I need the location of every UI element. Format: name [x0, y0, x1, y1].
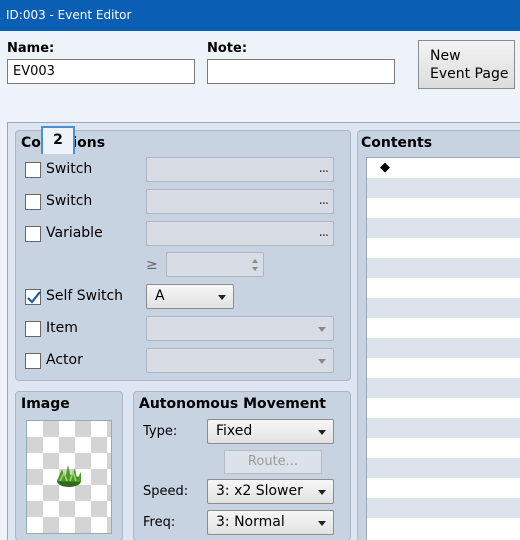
list-row [367, 198, 520, 218]
item-select[interactable] [146, 316, 334, 341]
list-row [367, 338, 520, 358]
chevron-down-icon [218, 295, 226, 300]
switch2-label: Switch [46, 193, 93, 209]
list-row [367, 418, 520, 438]
variable-checkbox[interactable] [25, 226, 41, 242]
command-diamond-icon: ◆ [380, 160, 390, 175]
self-switch-value: A [155, 288, 165, 304]
grass-sprite-icon [57, 465, 81, 487]
chevron-down-icon [318, 327, 326, 332]
note-label: Note: [207, 41, 248, 56]
actor-label: Actor [46, 352, 83, 368]
actor-checkbox[interactable] [25, 353, 41, 369]
movement-speed-value: 3: x2 Slower [216, 483, 303, 499]
movement-freq-value: 3: Normal [216, 514, 285, 530]
conditions-group: Conditions Switch ... Switch ... Variabl… [15, 130, 351, 381]
actor-select[interactable] [146, 348, 334, 373]
type-label: Type: [143, 424, 178, 439]
variable-label: Variable [46, 225, 103, 241]
image-group: Image [15, 391, 123, 540]
spinner-arrows-icon [252, 259, 258, 271]
list-row [367, 358, 520, 378]
name-field[interactable]: EV003 [7, 59, 195, 84]
movement-speed-select[interactable]: 3: x2 Slower [207, 479, 334, 504]
chevron-down-icon [318, 490, 326, 495]
new-event-page-button[interactable]: New Event Page [418, 40, 515, 89]
ellipsis-icon: ... [318, 225, 329, 240]
switch2-checkbox[interactable] [25, 194, 41, 210]
contents-group: Contents ◆ [357, 130, 520, 540]
list-row [367, 498, 520, 518]
variable-value-spinner[interactable] [166, 252, 264, 277]
list-row [367, 438, 520, 458]
ellipsis-icon: ... [318, 193, 329, 208]
list-row [367, 318, 520, 338]
list-row [367, 478, 520, 498]
item-label: Item [46, 320, 78, 336]
switch1-checkbox[interactable] [25, 162, 41, 178]
list-row [367, 178, 520, 198]
chevron-down-icon [318, 430, 326, 435]
list-row [367, 278, 520, 298]
chevron-down-icon [318, 359, 326, 364]
route-button[interactable]: Route... [224, 450, 322, 474]
list-row [367, 238, 520, 258]
gte-symbol: ≥ [146, 257, 158, 273]
movement-type-value: Fixed [216, 423, 253, 439]
list-row [367, 218, 520, 238]
list-row [367, 258, 520, 278]
window-title: ID:003 - Event Editor [6, 8, 132, 22]
checkmark-icon [27, 291, 41, 304]
event-page-panel: Conditions Switch ... Switch ... Variabl… [7, 122, 520, 540]
command-row[interactable]: ◆ [367, 158, 520, 178]
switch1-selector[interactable]: ... [146, 157, 334, 182]
list-row [367, 458, 520, 478]
variable-selector[interactable]: ... [146, 221, 334, 246]
event-command-list[interactable]: ◆ [366, 157, 520, 540]
speed-label: Speed: [143, 484, 189, 499]
movement-title: Autonomous Movement [139, 396, 326, 412]
self-switch-label: Self Switch [46, 288, 124, 304]
ellipsis-icon: ... [318, 161, 329, 176]
list-row [367, 298, 520, 318]
contents-title: Contents [361, 135, 433, 151]
item-checkbox[interactable] [25, 321, 41, 337]
note-field[interactable] [207, 59, 395, 84]
self-switch-checkbox[interactable] [25, 289, 41, 305]
list-row [367, 378, 520, 398]
chevron-down-icon [318, 521, 326, 526]
self-switch-select[interactable]: A [146, 284, 234, 309]
event-image-preview[interactable] [26, 420, 112, 534]
list-row [367, 398, 520, 418]
switch1-label: Switch [46, 161, 93, 177]
switch2-selector[interactable]: ... [146, 189, 334, 214]
freq-label: Freq: [143, 515, 176, 530]
tab-page-2[interactable]: 2 [41, 126, 75, 154]
movement-group: Autonomous Movement Type: Fixed Route...… [133, 391, 351, 540]
list-row [367, 518, 520, 538]
title-bar: ID:003 - Event Editor [0, 0, 520, 31]
movement-type-select[interactable]: Fixed [207, 419, 334, 444]
movement-freq-select[interactable]: 3: Normal [207, 510, 334, 535]
image-title: Image [21, 396, 70, 412]
name-label: Name: [7, 41, 55, 56]
